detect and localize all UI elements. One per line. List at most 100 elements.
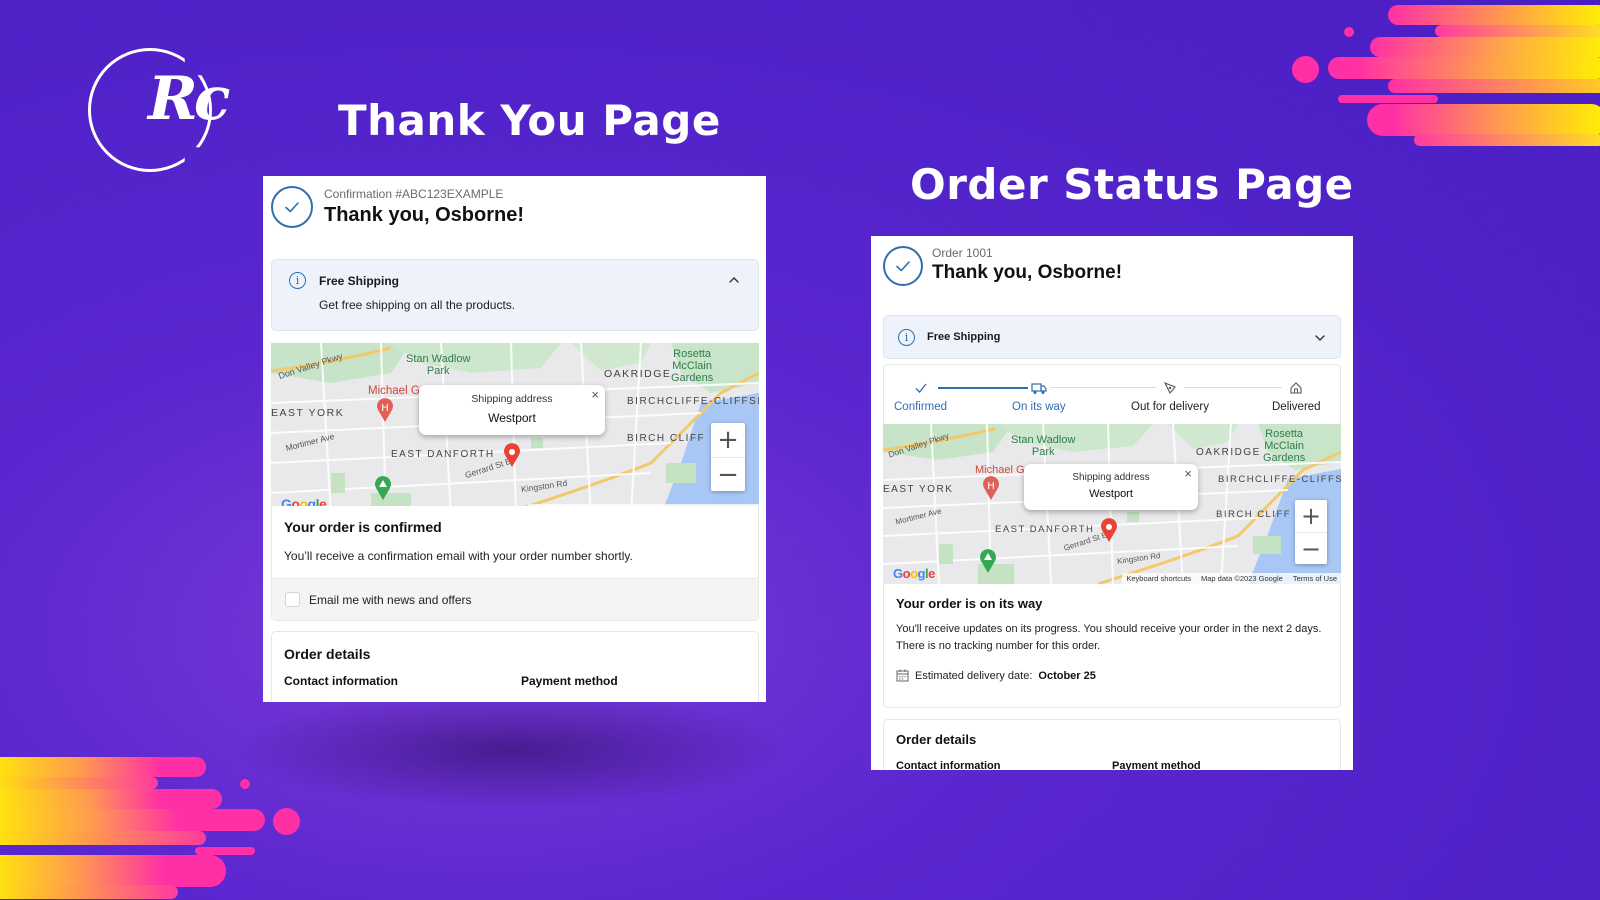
- google-logo: Google: [893, 566, 935, 581]
- chevron-up-icon[interactable]: [728, 274, 740, 286]
- notice-title: Free Shipping: [319, 274, 400, 288]
- thank-you-heading: Thank you, Osborne!: [932, 262, 1123, 283]
- newsletter-checkbox[interactable]: [285, 592, 300, 607]
- contact-information-label: Contact information: [896, 760, 1001, 770]
- close-icon[interactable]: ×: [591, 387, 599, 402]
- truck-icon: [1031, 383, 1047, 394]
- decorative-splash-bottom-left: [0, 730, 320, 900]
- order-status-page-screenshot: Order 1001 Thank you, Osborne! i Free Sh…: [871, 236, 1353, 770]
- order-confirmed-title: Your order is confirmed: [284, 519, 442, 535]
- notice-body: Get free shipping on all the products.: [319, 298, 516, 312]
- estimated-delivery: Estimated delivery date: October 25: [896, 669, 1096, 682]
- order-confirmed-card: Your order is confirmed You’ll receive a…: [271, 506, 759, 621]
- map-label: Stan Wadlow Park: [1011, 434, 1076, 458]
- shipping-address-popup: Shipping address Westport ×: [419, 385, 605, 435]
- notice-title: Free Shipping: [927, 331, 1001, 343]
- zoom-in-button[interactable]: +: [711, 423, 745, 457]
- step-confirmed: Confirmed: [894, 381, 947, 413]
- order-details-card: Order details Contact information Paymen…: [883, 719, 1341, 770]
- step-delivered: Delivered: [1272, 381, 1321, 413]
- step-label: Confirmed: [894, 401, 948, 413]
- svg-text:H: H: [987, 481, 995, 492]
- close-icon[interactable]: ×: [1184, 466, 1192, 481]
- map-label: OAKRIDGE: [1196, 447, 1261, 458]
- chevron-down-icon[interactable]: [1314, 332, 1326, 344]
- tracking-text: You'll receive updates on its progress. …: [896, 623, 1322, 652]
- contact-information-label: Contact information: [284, 674, 398, 688]
- check-icon: [915, 383, 927, 393]
- map-label: EAST YORK: [271, 407, 345, 419]
- order-header: Order 1001 Thank you, Osborne!: [871, 236, 1353, 314]
- order-status-page-title: Order Status Page: [910, 160, 1354, 209]
- map-label: OAKRIDGE: [604, 368, 672, 380]
- map-label: Stan Wadlow Park: [406, 353, 471, 377]
- map-label: Michael G: [368, 385, 420, 397]
- hospital-marker-icon: H: [377, 398, 393, 422]
- zoom-out-button[interactable]: −: [711, 457, 745, 491]
- terms-of-use-link[interactable]: Terms of Use: [1293, 574, 1337, 583]
- map-label: BIRCH CLIFF: [627, 433, 706, 444]
- payment-method-label: Payment method: [1112, 760, 1201, 770]
- popup-label: Shipping address: [471, 393, 553, 405]
- shipping-location-pin-icon[interactable]: [1100, 518, 1118, 542]
- info-icon: i: [898, 329, 915, 346]
- shipping-map[interactable]: Stan Wadlow Park Don Valley Pkwy OAKRIDGE…: [883, 424, 1341, 584]
- newsletter-optin[interactable]: Email me with news and offers: [272, 578, 758, 620]
- map-label: Michael G: [975, 464, 1025, 476]
- order-confirmed-text: You’ll receive a confirmation email with…: [284, 549, 633, 563]
- popup-address: Westport: [488, 411, 536, 425]
- step-out-for-delivery: Out for delivery: [1131, 381, 1209, 413]
- check-circle-icon: [883, 246, 923, 286]
- payment-method-label: Payment method: [521, 674, 618, 688]
- free-shipping-notice[interactable]: i Free Shipping: [883, 315, 1341, 359]
- map-label: Rosetta McClain Gardens: [671, 348, 714, 384]
- zoom-out-button[interactable]: −: [1295, 532, 1327, 564]
- step-label: On its way: [1012, 401, 1066, 413]
- step-label: Out for delivery: [1131, 401, 1209, 413]
- map-zoom-control: + −: [711, 423, 745, 491]
- park-marker-icon: [980, 549, 996, 573]
- map-label: EAST DANFORTH: [995, 524, 1095, 535]
- map-data-attribution: Map data ©2023 Google: [1200, 574, 1283, 583]
- tracking-title: Your order is on its way: [896, 596, 1043, 611]
- order-number: Order 1001: [932, 246, 993, 260]
- map-footer: Keyboard shortcuts Map data ©2023 Google…: [1122, 573, 1341, 584]
- map-label: BIRCH CLIFF: [1216, 509, 1292, 520]
- zoom-in-button[interactable]: +: [1295, 500, 1327, 532]
- confirmation-number: Confirmation #ABC123EXAMPLE: [324, 187, 504, 201]
- check-circle-icon: [271, 186, 313, 228]
- map-label: Rosetta McClain Gardens: [1263, 428, 1306, 464]
- logo-text: Rc: [148, 64, 230, 134]
- calendar-icon: [896, 669, 909, 682]
- map-label: BIRCHCLIFFE-CLIFFSIDE: [627, 396, 759, 407]
- shipping-location-pin-icon[interactable]: [503, 443, 521, 467]
- popup-label: Shipping address: [1072, 472, 1150, 483]
- map-label: EAST DANFORTH: [391, 449, 495, 460]
- step-on-its-way: On its way: [1012, 381, 1066, 413]
- thank-you-page-title: Thank You Page: [338, 96, 721, 145]
- eta-label: Estimated delivery date:: [915, 669, 1033, 682]
- map-label: EAST YORK: [883, 484, 954, 495]
- park-marker-icon: [375, 476, 391, 500]
- hospital-marker-icon: H: [983, 476, 999, 500]
- free-shipping-notice[interactable]: i Free Shipping Get free shipping on all…: [271, 259, 759, 331]
- info-icon: i: [289, 272, 306, 289]
- keyboard-shortcuts-link[interactable]: Keyboard shortcuts: [1126, 574, 1191, 583]
- step-label: Delivered: [1272, 401, 1321, 413]
- order-details-title: Order details: [284, 646, 371, 662]
- order-header: Confirmation #ABC123EXAMPLE Thank you, O…: [263, 176, 766, 254]
- decorative-splash-top-right: [1240, 0, 1600, 160]
- order-tracking-card: Your order is on its way You'll receive …: [883, 584, 1341, 708]
- order-details-card: Order details Contact information Paymen…: [271, 631, 759, 702]
- shipping-address-popup: Shipping address Westport ×: [1024, 464, 1198, 510]
- home-icon: [1290, 382, 1302, 394]
- order-details-title: Order details: [896, 732, 977, 747]
- thank-you-page-screenshot: Confirmation #ABC123EXAMPLE Thank you, O…: [263, 176, 766, 702]
- popup-address: Westport: [1089, 488, 1133, 500]
- eta-value: October 25: [1038, 669, 1096, 682]
- map-label: BIRCHCLIFFE-CLIFFSIDE: [1218, 474, 1341, 485]
- delivery-icon: [1163, 381, 1176, 394]
- shipping-map[interactable]: Stan Wadlow Park Don Valley Pkwy OAKRIDGE…: [271, 343, 759, 515]
- map-zoom-control: + −: [1295, 500, 1327, 564]
- svg-text:H: H: [381, 403, 389, 414]
